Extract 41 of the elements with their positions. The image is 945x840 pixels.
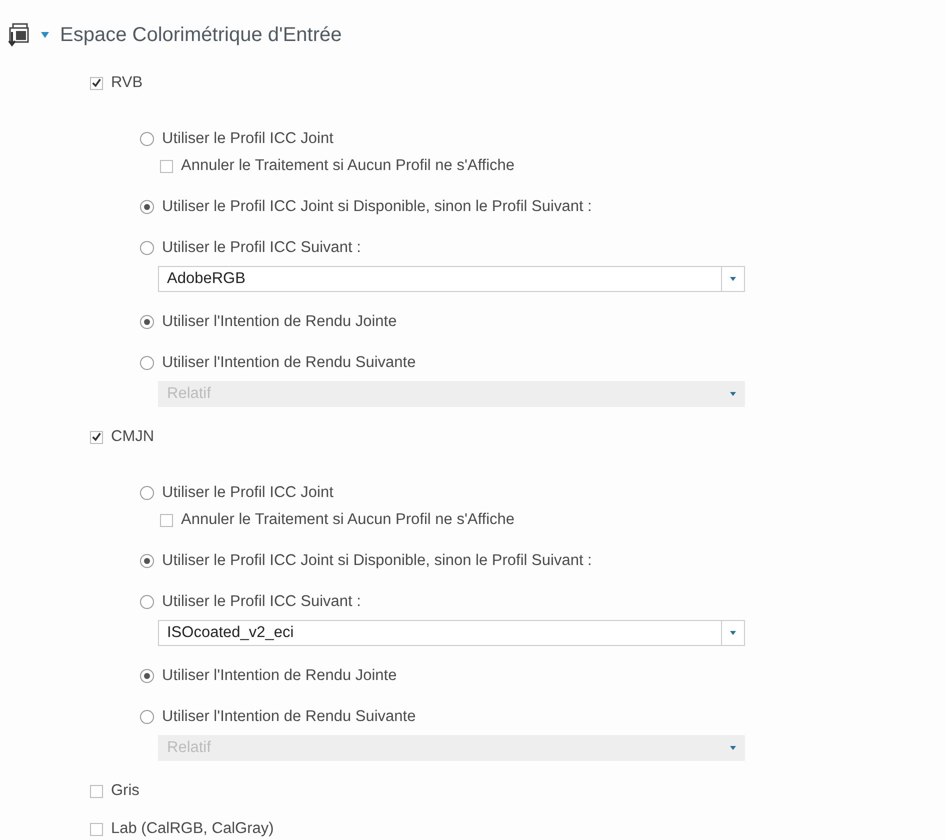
radio-label: Utiliser le Profil ICC Suivant : xyxy=(162,593,361,611)
checkbox[interactable] xyxy=(160,160,173,172)
radio-button[interactable] xyxy=(140,241,154,255)
radio-button[interactable] xyxy=(140,200,154,214)
import-window-icon xyxy=(8,23,30,47)
radio-button[interactable] xyxy=(140,669,154,683)
radio-label: Utiliser le Profil ICC Joint si Disponible, sinon le Profil Suivant : xyxy=(162,552,592,570)
profile-dropdown[interactable]: AdobeRGB xyxy=(158,266,745,292)
checkbox[interactable] xyxy=(90,76,103,90)
checkbox[interactable] xyxy=(160,514,173,526)
radio-button[interactable] xyxy=(140,554,154,568)
section-title: Espace Colorimétrique d'Entrée xyxy=(60,24,342,46)
checkbox[interactable] xyxy=(90,784,103,798)
radio-button[interactable] xyxy=(140,710,154,724)
radio-label: Utiliser le Profil ICC Joint xyxy=(162,130,334,148)
radio-label: Utiliser le Profil ICC Joint si Disponible, sinon le Profil Suivant : xyxy=(162,198,592,216)
radio-label: Utiliser le Profil ICC Joint xyxy=(162,484,334,502)
caret-icon xyxy=(730,746,736,750)
collapse-toggle[interactable] xyxy=(40,30,50,40)
checkbox[interactable] xyxy=(90,430,103,444)
radio-button[interactable] xyxy=(140,486,154,500)
radio-button[interactable] xyxy=(140,315,154,329)
checkbox-label: Annuler le Traitement si Aucun Profil ne s'Affiche xyxy=(181,511,515,529)
radio-button[interactable] xyxy=(140,595,154,609)
radio-label: Utiliser l'Intention de Rendu Suivante xyxy=(162,354,416,372)
checkbox-label: RVB xyxy=(111,74,143,92)
checkbox-label: Gris xyxy=(111,782,140,800)
caret-icon xyxy=(730,277,736,281)
checkbox-label: Lab (CalRGB, CalGray) xyxy=(111,820,274,838)
checkbox-label: Annuler le Traitement si Aucun Profil ne s'Affiche xyxy=(181,157,515,175)
radio-label: Utiliser le Profil ICC Suivant : xyxy=(162,239,361,257)
radio-label: Utiliser l'Intention de Rendu Jointe xyxy=(162,667,397,685)
caret-icon xyxy=(730,392,736,396)
radio-button[interactable] xyxy=(140,132,154,146)
radio-label: Utiliser l'Intention de Rendu Jointe xyxy=(162,313,397,331)
radio-button[interactable] xyxy=(140,356,154,370)
profile-dropdown[interactable]: ISOcoated_v2_eci xyxy=(158,620,745,646)
checkbox-label: CMJN xyxy=(111,428,154,446)
caret-icon xyxy=(730,631,736,635)
checkbox[interactable] xyxy=(90,822,103,836)
radio-label: Utiliser l'Intention de Rendu Suivante xyxy=(162,708,416,726)
